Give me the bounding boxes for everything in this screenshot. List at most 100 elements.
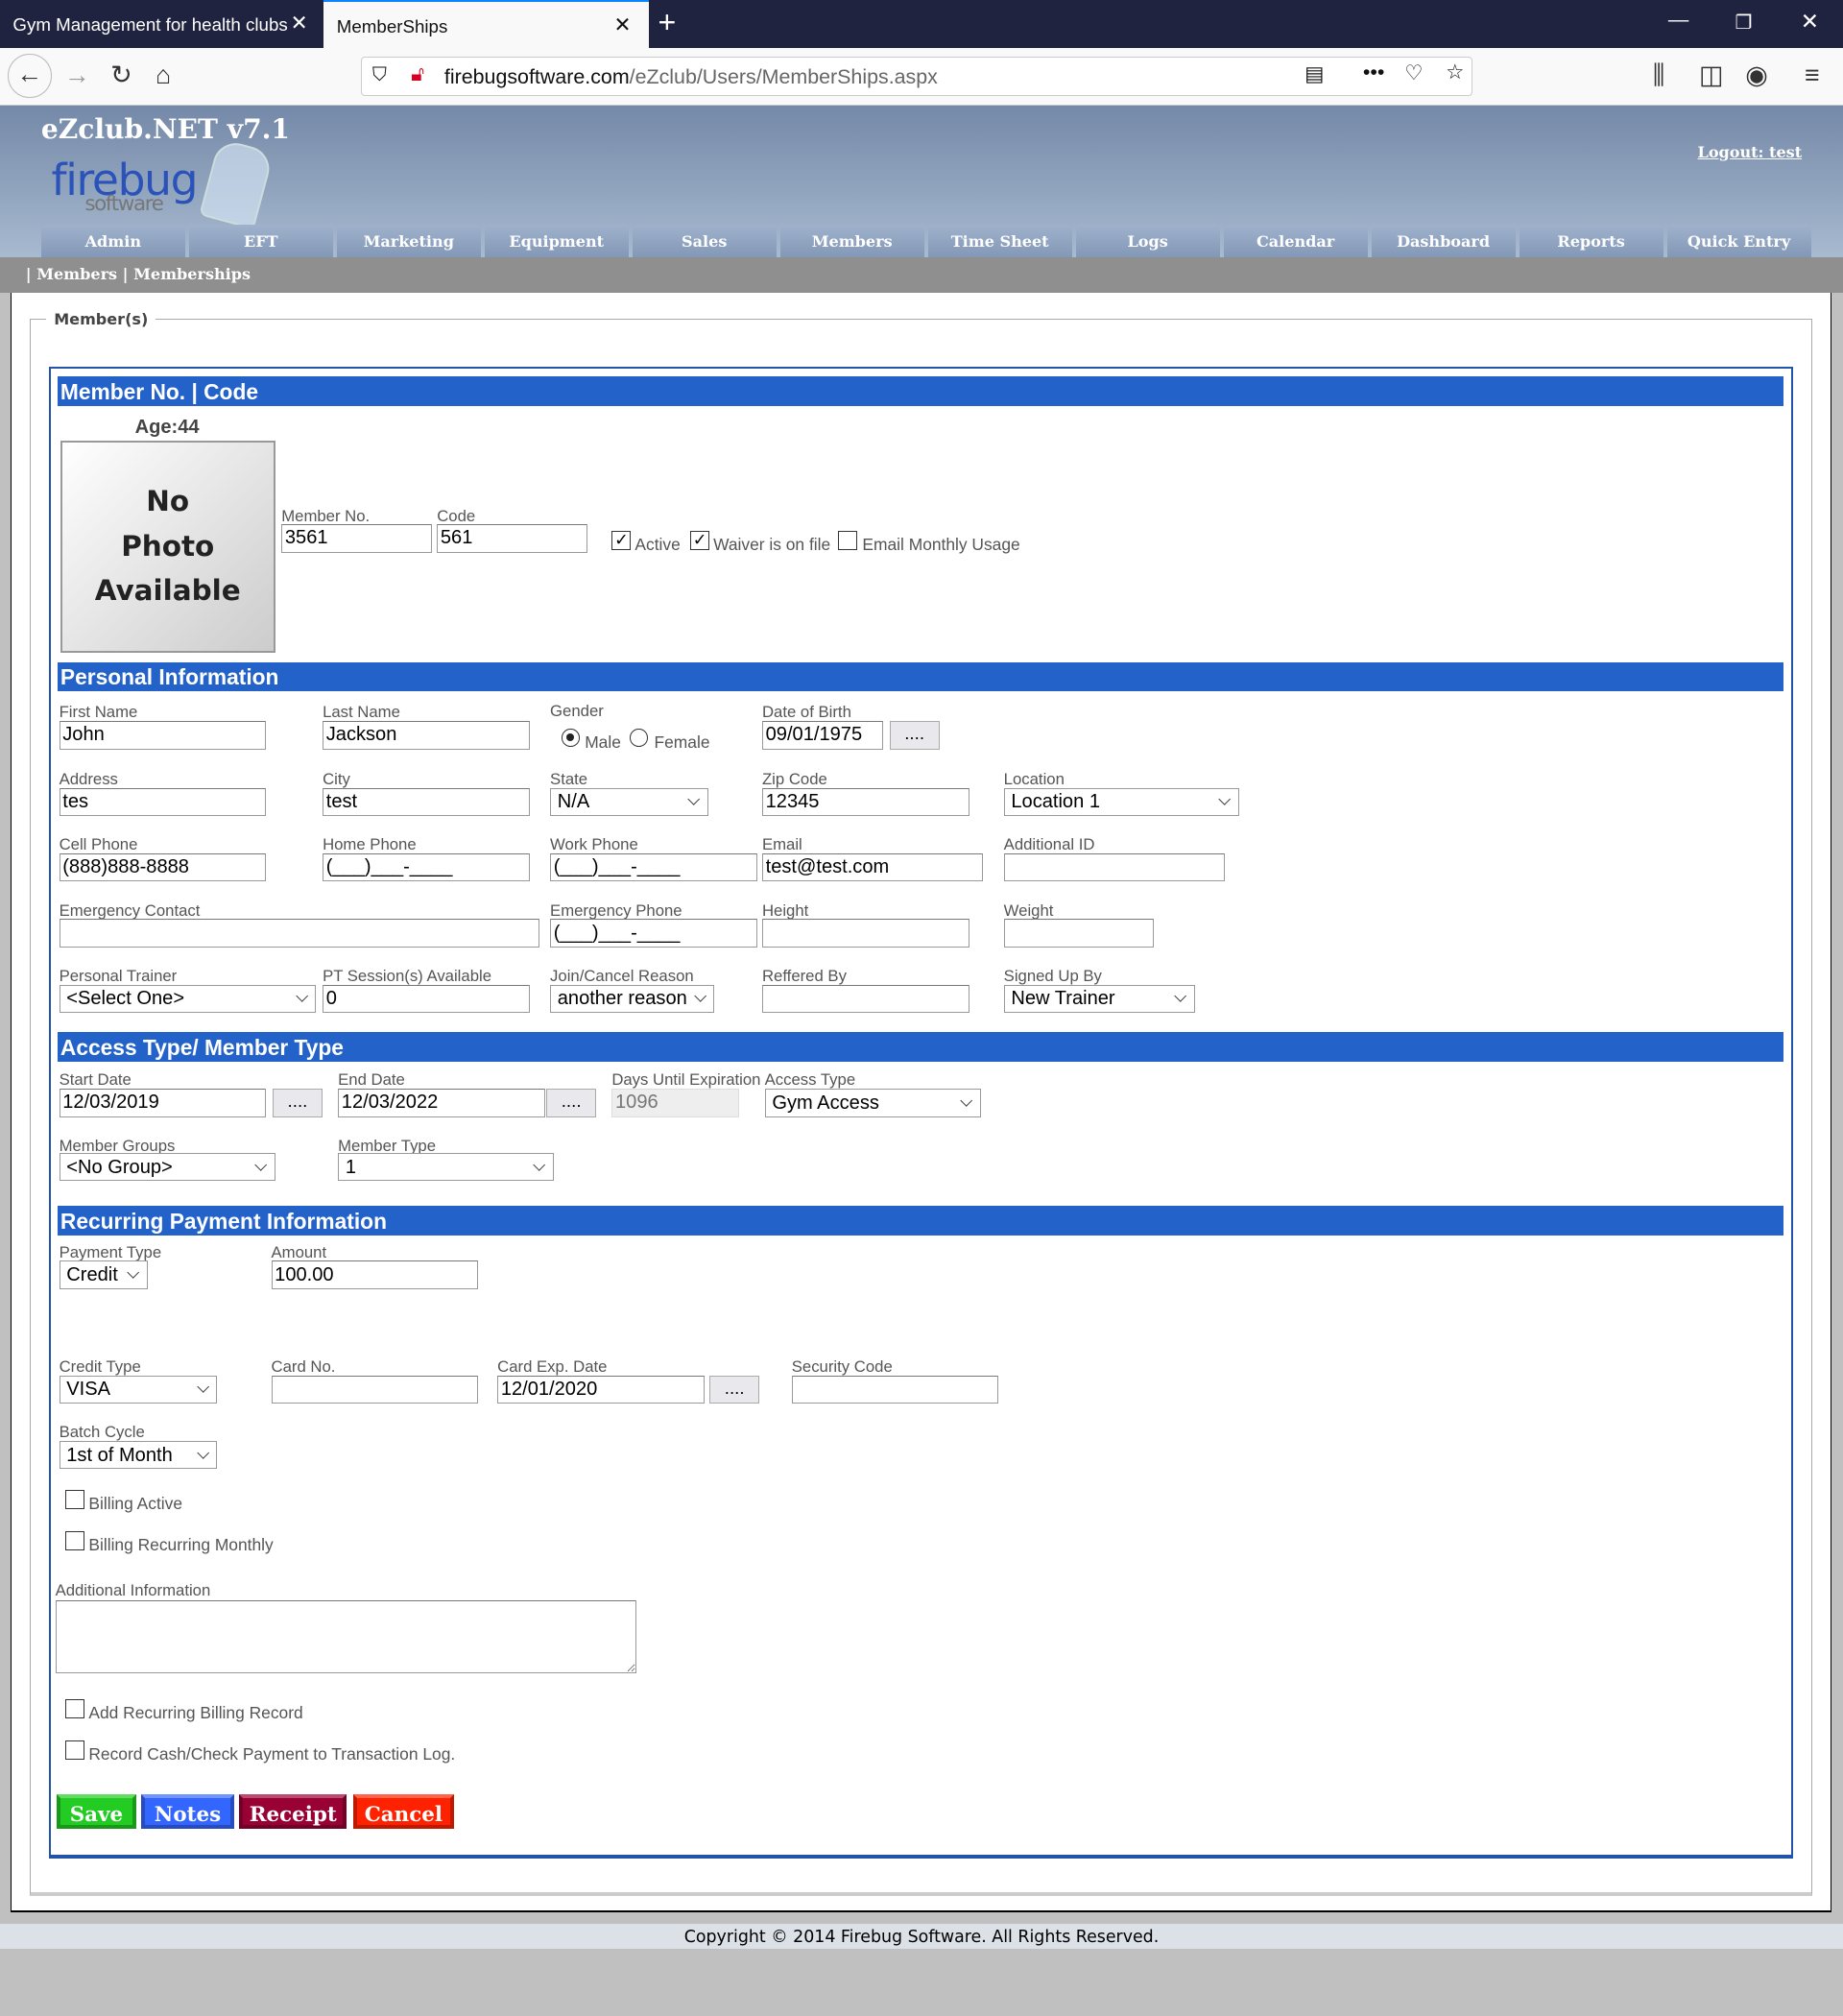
payment-type-select[interactable]: Credit <box>59 1260 148 1289</box>
logout-link[interactable]: Logout: test <box>1698 143 1803 161</box>
menu-dashboard[interactable]: Dashboard <box>1371 225 1516 257</box>
member-groups-select[interactable]: <No Group> <box>59 1152 275 1182</box>
bookmark-star-icon[interactable]: ☆ <box>1446 60 1464 84</box>
cancel-button[interactable]: Cancel <box>353 1794 454 1830</box>
add-recurring-record-checkbox[interactable] <box>65 1699 85 1719</box>
account-icon[interactable]: ◉ <box>1745 60 1767 90</box>
billing-monthly-checkbox[interactable] <box>65 1530 85 1550</box>
card-exp-input[interactable] <box>497 1375 705 1404</box>
receipt-button[interactable]: Receipt <box>239 1794 347 1830</box>
join-reason-select[interactable]: another reason <box>550 984 715 1014</box>
additional-info-textarea[interactable] <box>55 1599 636 1674</box>
footer-copyright: Copyright © 2014 Firebug Software. All R… <box>0 1924 1843 1949</box>
active-checkbox[interactable]: ✓ <box>611 530 632 551</box>
breadcrumb-memberships[interactable]: Memberships <box>133 265 251 283</box>
sidebar-icon[interactable]: ◫ <box>1699 60 1723 90</box>
hamburger-menu-icon[interactable]: ≡ <box>1805 60 1820 90</box>
member-photo-placeholder[interactable]: No Photo Available <box>60 441 275 654</box>
batch-cycle-select[interactable]: 1st of Month <box>59 1440 218 1470</box>
security-code-label: Security Code <box>791 1356 893 1376</box>
member-type-select[interactable]: 1 <box>338 1152 555 1182</box>
emergency-phone-input[interactable] <box>550 919 757 948</box>
referred-input[interactable] <box>761 984 969 1014</box>
card-exp-picker-button[interactable]: .... <box>709 1375 760 1404</box>
minimize-icon[interactable]: — <box>1668 8 1688 32</box>
gender-male-radio[interactable] <box>562 729 580 747</box>
amount-label: Amount <box>271 1242 327 1261</box>
address-input[interactable] <box>59 787 267 817</box>
browser-tab-bar: Gym Management for health clubs ✕ Member… <box>0 0 1843 48</box>
emergency-contact-input[interactable] <box>59 919 540 948</box>
card-no-input[interactable] <box>271 1375 479 1404</box>
signed-up-select[interactable]: New Trainer <box>1003 984 1196 1014</box>
restore-icon[interactable]: ❐ <box>1735 11 1753 35</box>
first-name-input[interactable] <box>59 721 267 750</box>
height-input[interactable] <box>761 919 969 948</box>
billing-monthly-label: Billing Recurring Monthly <box>88 1534 274 1554</box>
menu-time-sheet[interactable]: Time Sheet <box>927 225 1072 257</box>
browser-tab-active[interactable]: MemberShips ✕ <box>323 0 650 48</box>
close-tab-icon[interactable]: ✕ <box>613 13 631 37</box>
menu-members[interactable]: Members <box>779 225 924 257</box>
menu-marketing[interactable]: Marketing <box>336 225 481 257</box>
dob-picker-button[interactable]: .... <box>889 721 940 750</box>
end-date-picker-button[interactable]: .... <box>546 1089 597 1117</box>
member-no-input[interactable] <box>281 524 432 553</box>
record-cash-checkbox[interactable] <box>65 1740 85 1760</box>
zip-label: Zip Code <box>761 770 827 788</box>
code-input[interactable] <box>437 524 587 553</box>
start-date-input[interactable] <box>59 1089 267 1117</box>
last-name-input[interactable] <box>323 721 530 750</box>
menu-calendar[interactable]: Calendar <box>1223 225 1368 257</box>
close-window-icon[interactable]: ✕ <box>1801 9 1819 35</box>
state-select[interactable]: N/A <box>550 787 708 817</box>
city-input[interactable] <box>323 787 530 817</box>
location-select[interactable]: Location 1 <box>1003 787 1239 817</box>
menu-logs[interactable]: Logs <box>1075 225 1220 257</box>
credit-type-select[interactable]: VISA <box>59 1375 218 1404</box>
weight-input[interactable] <box>1003 919 1155 948</box>
menu-quick-entry[interactable]: Quick Entry <box>1666 225 1811 257</box>
email-input[interactable] <box>761 853 984 882</box>
menu-sales[interactable]: Sales <box>632 225 777 257</box>
additional-id-input[interactable] <box>1003 853 1225 882</box>
dob-input[interactable] <box>761 721 883 750</box>
trainer-select[interactable]: <Select One> <box>59 984 317 1014</box>
gender-female-radio[interactable] <box>630 729 648 747</box>
cell-phone-input[interactable] <box>59 853 267 882</box>
batch-cycle-value: 1st of Month <box>66 1444 173 1466</box>
billing-active-checkbox[interactable] <box>65 1489 85 1509</box>
pt-sessions-input[interactable] <box>323 984 530 1014</box>
menu-equipment[interactable]: Equipment <box>484 225 629 257</box>
work-phone-input[interactable] <box>550 853 757 882</box>
amount-input[interactable] <box>271 1260 479 1289</box>
email-usage-checkbox[interactable] <box>837 530 858 551</box>
menu-eft[interactable]: EFT <box>188 225 333 257</box>
waiver-checkbox[interactable]: ✓ <box>689 530 710 551</box>
close-tab-icon[interactable]: ✕ <box>291 12 308 36</box>
reader-view-icon[interactable]: ▤ <box>1304 62 1324 86</box>
new-tab-icon[interactable]: + <box>658 5 677 40</box>
more-icon[interactable]: ••• <box>1363 60 1384 84</box>
url-bar[interactable]: ⛉ 🔓︎ firebugsoftware.com/eZclub/Users/Me… <box>361 56 1473 97</box>
pocket-icon[interactable]: ♡ <box>1404 61 1423 85</box>
menu-admin[interactable]: Admin <box>40 225 185 257</box>
forward-icon[interactable]: → <box>64 60 90 90</box>
save-button[interactable]: Save <box>56 1794 136 1830</box>
reload-icon[interactable]: ↻ <box>110 60 132 90</box>
member-type-value: 1 <box>345 1156 356 1178</box>
breadcrumb-members[interactable]: Members <box>36 265 117 283</box>
notes-button[interactable]: Notes <box>141 1794 234 1830</box>
security-code-input[interactable] <box>791 1375 999 1404</box>
library-icon[interactable]: ⫼ <box>1653 60 1664 91</box>
end-date-input[interactable] <box>338 1089 545 1117</box>
home-phone-input[interactable] <box>323 853 530 882</box>
start-date-picker-button[interactable]: .... <box>272 1089 323 1117</box>
menu-reports[interactable]: Reports <box>1519 225 1663 257</box>
access-type-select[interactable]: Gym Access <box>764 1089 981 1117</box>
browser-tab[interactable]: Gym Management for health clubs <box>0 0 289 48</box>
back-icon[interactable]: ← <box>8 54 52 98</box>
zip-input[interactable] <box>761 787 969 817</box>
male-label: Male <box>585 732 621 753</box>
home-icon[interactable]: ⌂ <box>156 60 171 90</box>
